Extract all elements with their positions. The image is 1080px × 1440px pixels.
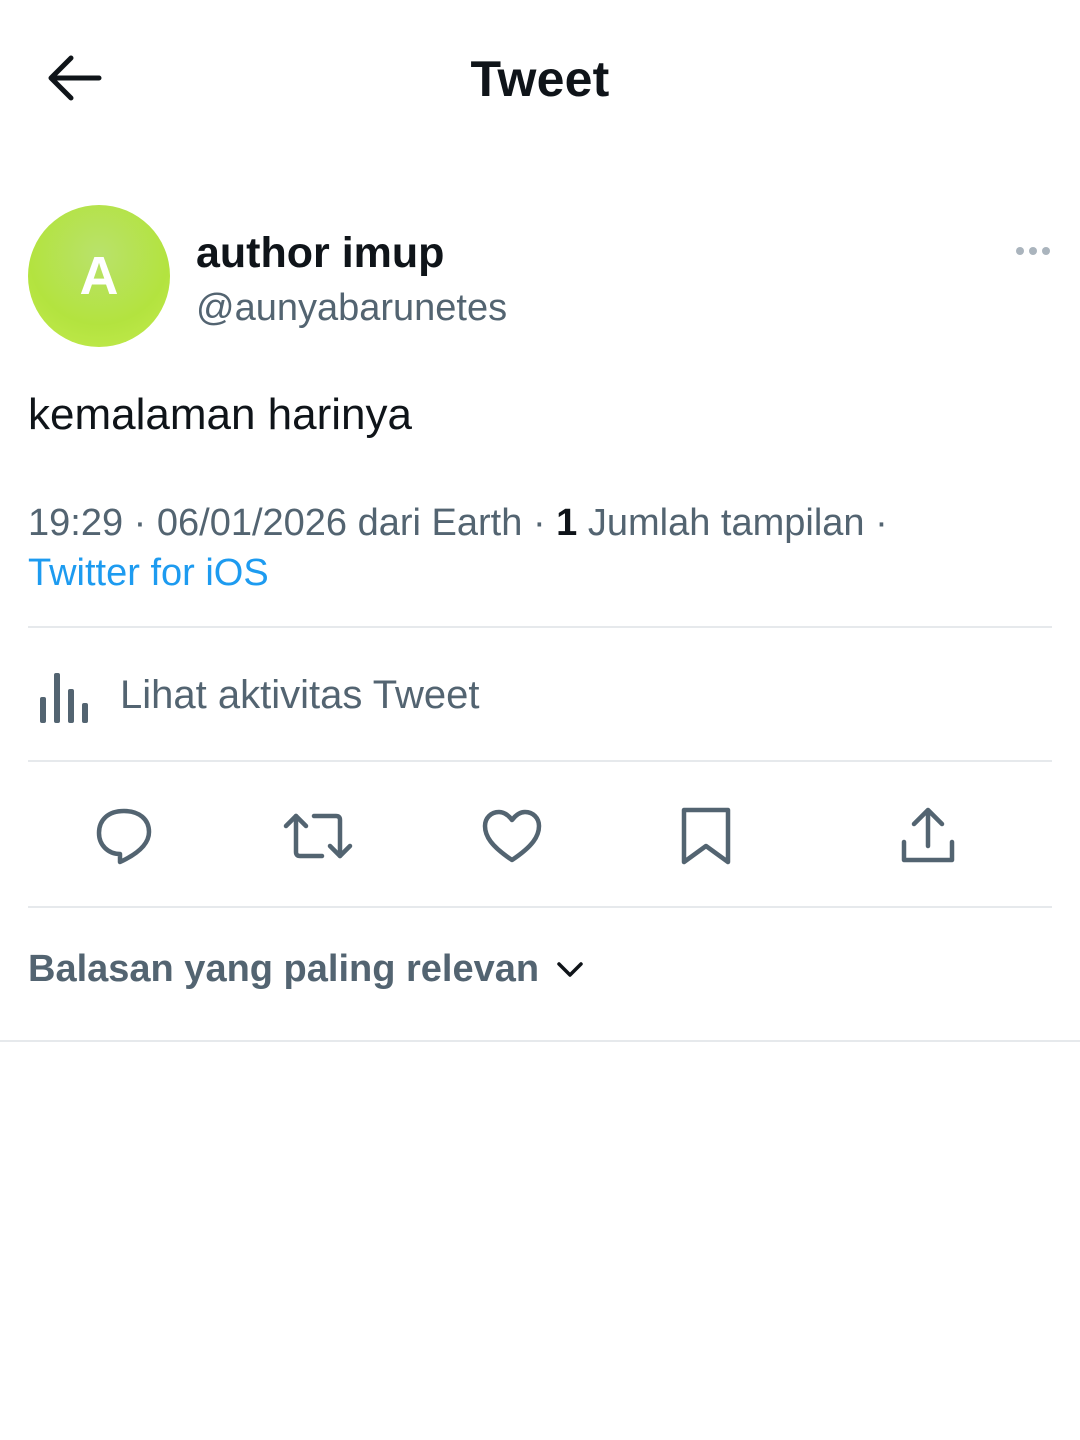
page-title: Tweet bbox=[470, 51, 610, 107]
replies-sort-dropdown[interactable]: Balasan yang paling relevan bbox=[28, 948, 587, 991]
view-tweet-activity[interactable]: Lihat aktivitas Tweet bbox=[28, 630, 1052, 760]
tweet-location: dari Earth bbox=[357, 502, 523, 544]
more-options-button[interactable] bbox=[1008, 233, 1058, 269]
views-label: Jumlah tampilan bbox=[587, 502, 865, 544]
divider bbox=[28, 626, 1052, 628]
reply-button[interactable] bbox=[88, 800, 160, 872]
bar-chart-icon bbox=[40, 673, 88, 723]
divider bbox=[28, 760, 1052, 762]
activity-label: Lihat aktivitas Tweet bbox=[120, 672, 480, 717]
tweet-actions bbox=[0, 764, 1080, 906]
reply-icon bbox=[96, 808, 152, 865]
source-link[interactable]: Twitter for iOS bbox=[28, 552, 269, 594]
tweet-author: A author imup @aunyabarunetes bbox=[28, 205, 1058, 347]
author-name[interactable]: author imup bbox=[196, 229, 444, 278]
share-icon bbox=[901, 807, 955, 863]
retweet-button[interactable] bbox=[282, 800, 354, 872]
avatar[interactable]: A bbox=[28, 205, 170, 347]
tweet-date[interactable]: 06/01/2026 bbox=[157, 502, 347, 544]
replies-sort-label: Balasan yang paling relevan bbox=[28, 948, 540, 990]
meta-separator: · bbox=[532, 502, 546, 544]
tweet-text: kemalaman harinya bbox=[28, 390, 412, 439]
tweet-meta: 19:29 · 06/01/2026 dari Earth · 1 Jumlah… bbox=[28, 498, 1058, 598]
more-dot bbox=[1029, 247, 1037, 255]
more-dots-icon bbox=[1016, 247, 1024, 255]
more-dot bbox=[1042, 247, 1050, 255]
avatar-initial: A bbox=[79, 246, 119, 306]
share-button[interactable] bbox=[892, 800, 964, 872]
meta-separator: · bbox=[875, 502, 888, 544]
divider bbox=[0, 1040, 1080, 1042]
views-count: 1 bbox=[556, 502, 578, 544]
bookmark-icon bbox=[681, 807, 731, 865]
author-handle[interactable]: @aunyabarunetes bbox=[196, 287, 507, 330]
like-icon bbox=[482, 809, 542, 863]
chevron-down-icon bbox=[557, 961, 583, 977]
tweet-time[interactable]: 19:29 bbox=[28, 502, 123, 544]
divider bbox=[28, 906, 1052, 908]
like-button[interactable] bbox=[476, 800, 548, 872]
top-bar: Tweet bbox=[0, 0, 1080, 160]
bookmark-button[interactable] bbox=[670, 800, 742, 872]
meta-separator: · bbox=[133, 502, 147, 544]
retweet-icon bbox=[283, 813, 353, 859]
